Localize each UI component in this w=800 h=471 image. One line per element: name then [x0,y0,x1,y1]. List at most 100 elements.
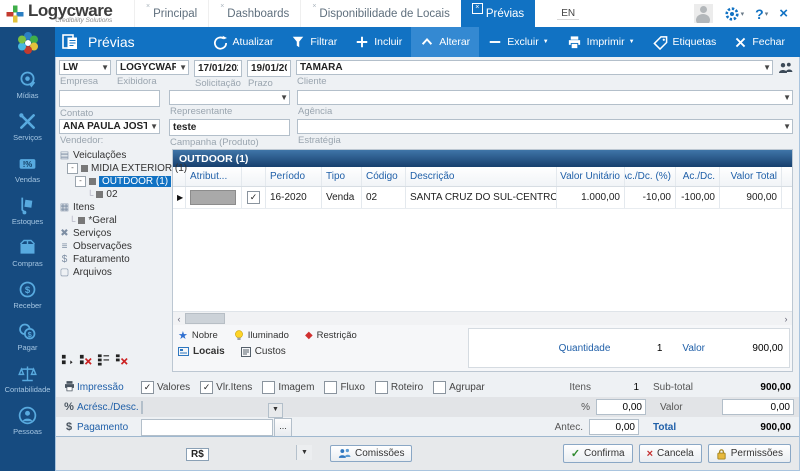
fechar-button[interactable]: Fechar [725,27,794,57]
section-tree: ▤Veiculações -MIDIA EXTERIOR (1) -OUTDOO… [59,149,169,372]
delete-list-icon[interactable] [115,353,128,366]
contato-input[interactable] [59,90,160,107]
excluir-button[interactable]: Excluir ▼ [479,27,557,57]
permissoes-button[interactable]: Permissões [708,444,791,463]
col-descricao[interactable]: Descrição [406,167,557,186]
etiquetas-button[interactable]: Etiquetas [644,27,726,57]
col-valor-unitario[interactable]: Valor Unitário [557,167,625,186]
col-tipo[interactable]: Tipo [322,167,362,186]
empresa-input[interactable] [59,60,111,75]
alterar-button[interactable]: Alterar [411,27,479,57]
col-periodo[interactable]: Período [266,167,322,186]
confirma-button[interactable]: ✓Confirma [563,444,633,463]
settings-button[interactable]: ▾ [724,6,745,22]
form-row-2: Contato ▼ Representante ▼ Agência [59,90,793,119]
check-imagem[interactable]: Imagem [262,381,314,394]
user-avatar[interactable] [694,4,713,23]
cell-valor-unitario: 1.000,00 [557,187,625,208]
atualizar-button[interactable]: Atualizar [204,27,283,57]
cliente-input[interactable] [296,60,773,75]
filtrar-button[interactable]: Filtrar [282,27,346,57]
col-valor-total[interactable]: Valor Total [720,167,782,186]
imprimir-button[interactable]: Imprimir ▼ [558,27,644,57]
collapse-icon[interactable]: - [67,163,78,174]
tab-close-icon[interactable]: × [146,3,150,10]
sidebar-item-midias[interactable]: Mídias [16,69,38,100]
estrategia-input[interactable] [297,119,793,134]
check-agrupar[interactable]: Agrupar [433,381,485,394]
tab-previas[interactable]: × Prévias [461,0,535,27]
scroll-left-icon[interactable]: ‹ [173,314,185,324]
col-checkbox[interactable] [242,167,266,186]
check-roteiro[interactable]: Roteiro [375,381,423,394]
cancela-button[interactable]: ×Cancela [639,444,702,463]
check-fluxo[interactable]: Fluxo [324,381,364,394]
exibidora-input[interactable] [116,60,189,75]
sidebar-item-compras[interactable]: Compras [12,237,42,268]
tree-node-observacoes[interactable]: ≡Observações [59,240,169,253]
tab-custos[interactable]: Custos [241,346,286,357]
check-valores[interactable]: Valores [141,381,190,394]
acresc-row: % Acrésc./Desc. ▼ % Valor [56,397,799,417]
tab-close-icon[interactable]: × [312,3,316,10]
delete-node-icon[interactable] [79,353,92,366]
x-icon: × [647,448,653,460]
agencia-input[interactable] [297,90,793,105]
tree-node-02[interactable]: └02 [59,188,169,201]
tree-node-servicos[interactable]: ✖Serviços [59,227,169,240]
sidebar-item-receber[interactable]: $ Receber [13,279,41,310]
acresc-combo[interactable]: ▼ [141,402,284,413]
sidebar-item-vendas[interactable]: !% Vendas [15,153,40,184]
atributos-cell[interactable] [190,190,236,205]
comissoes-button[interactable]: Comissões [330,445,412,462]
check-vlr-itens[interactable]: Vlr.Itens [200,381,252,394]
tab-close-icon[interactable]: × [220,3,224,10]
add-node-icon[interactable] [61,353,74,366]
campanha-input[interactable] [169,119,290,136]
pagamento-input[interactable] [141,419,273,436]
tree-node-midia-exterior[interactable]: -MIDIA EXTERIOR (1) [59,162,169,175]
prazo-input[interactable] [247,60,291,77]
antec-input[interactable] [589,419,639,435]
sidebar-item-estoques[interactable]: Estoques [12,195,43,226]
row-checkbox[interactable] [247,191,260,204]
valor-input[interactable] [722,399,794,415]
add-list-icon[interactable] [97,353,110,366]
tab-disponibilidade-de-locais[interactable]: × Disponibilidade de Locais [300,0,461,27]
collapse-icon[interactable]: - [75,176,86,187]
sidebar-item-contabilidade[interactable]: Contabilidade [5,363,51,394]
tree-node-itens[interactable]: ▦Itens [59,201,169,214]
col-atributos[interactable]: Atribut... [186,167,242,186]
incluir-button[interactable]: Incluir [346,27,411,57]
tab-dashboards[interactable]: × Dashboards [208,0,300,27]
col-acdc[interactable]: Ac./Dc. [676,167,720,186]
solicitacao-input[interactable] [194,60,242,77]
currency-select[interactable]: R$ ▼ [186,444,313,463]
sidebar-item-pessoas[interactable]: Pessoas [13,405,42,436]
scrollbar-thumb[interactable] [185,313,225,324]
pagamento-browse-button[interactable]: ... [274,418,292,437]
tree-node-arquivos[interactable]: ▢Arquivos [59,266,169,279]
tab-principal[interactable]: × Principal [134,0,208,27]
language-selector[interactable]: EN [557,8,579,20]
sidebar-item-pagar[interactable]: $ Pagar [17,321,38,352]
pct-input[interactable] [596,399,646,415]
table-row[interactable]: ▶ 16-2020 Venda 02 SANTA CRUZ DO SUL-CEN… [173,187,792,209]
star-icon: ★ [178,329,188,342]
tab-locais[interactable]: Locais [178,346,225,357]
scroll-right-icon[interactable]: › [780,314,792,324]
close-app-button[interactable]: × [779,5,788,22]
tree-node-geral[interactable]: └*Geral [59,214,169,227]
tree-node-faturamento[interactable]: $Faturamento [59,253,169,266]
tree-node-outdoor[interactable]: -OUTDOOR (1) [59,175,169,188]
horizontal-scrollbar[interactable]: ‹ › [173,311,792,325]
filter-icon [291,35,305,49]
representante-input[interactable] [169,90,290,105]
help-button[interactable]: ?▾ [755,6,768,22]
col-acdc-pct[interactable]: Ac./Dc. (%) [625,167,676,186]
vendedor-input[interactable] [59,119,160,134]
people-icon[interactable] [778,62,793,74]
sidebar-item-servicos[interactable]: Serviços [13,111,42,142]
col-codigo[interactable]: Código [362,167,406,186]
tree-node-veiculacoes[interactable]: ▤Veiculações [59,149,169,162]
